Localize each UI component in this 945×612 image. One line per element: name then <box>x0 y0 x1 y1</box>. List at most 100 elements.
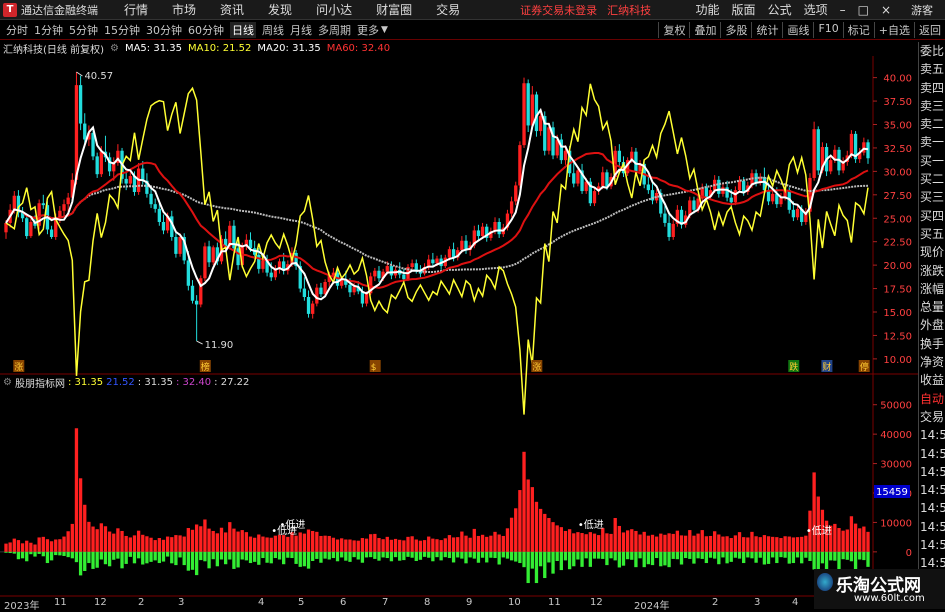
volume-bar-down <box>592 551 597 559</box>
volume-bar-down <box>584 551 588 559</box>
tab-daily[interactable]: 日线 <box>230 22 256 38</box>
volume-bar-up <box>327 535 331 552</box>
volume-bar-down <box>232 551 236 569</box>
volume-bar-up <box>621 532 626 552</box>
volume-bar-down <box>808 551 812 561</box>
date-label: 3 <box>178 597 185 608</box>
volume-bar-down <box>83 551 87 571</box>
menu-item-community[interactable]: 财富圈 <box>376 1 412 18</box>
menu-item-discover[interactable]: 发现 <box>268 1 292 18</box>
tab-30min[interactable]: 30分钟 <box>146 22 182 38</box>
volume-bar-up <box>737 532 742 552</box>
volume-bar-down <box>551 551 555 574</box>
volume-bar-down <box>319 551 323 563</box>
volume-bar-up <box>468 537 472 552</box>
statistics-button[interactable]: 统计 <box>751 22 782 38</box>
tab-intraday[interactable]: 分时 <box>6 22 28 38</box>
volume-bar-up <box>107 531 112 552</box>
volume-bar-up <box>493 531 497 552</box>
ma20-value: MA20: 31.35 <box>257 43 321 54</box>
candle-body <box>771 193 775 202</box>
volume-bar-up <box>431 538 435 552</box>
price-tick-label: 25.00 <box>883 214 912 225</box>
mark-button[interactable]: 标记 <box>842 22 874 38</box>
side-panel-item[interactable]: 自动 <box>919 390 945 408</box>
side-panel-item: 买一 <box>920 153 945 168</box>
volume-bar-down <box>605 551 609 566</box>
candle-body <box>207 246 211 263</box>
date-label: 11 <box>54 597 67 608</box>
tab-multi-period[interactable]: 多周期 <box>318 22 351 38</box>
candle-body <box>95 156 99 175</box>
volume-bar-down <box>174 551 178 566</box>
candle-body <box>795 208 800 218</box>
menu-item-layout[interactable]: 版面 <box>732 1 756 18</box>
guest-login[interactable]: 游客 <box>911 2 933 18</box>
candle-body <box>211 247 215 263</box>
back-button[interactable]: 返回 <box>914 22 945 38</box>
menu-item-options[interactable]: 选项 <box>804 1 828 18</box>
menu-item-function[interactable]: 功能 <box>696 1 720 18</box>
menu-item-ask[interactable]: 问小达 <box>316 1 352 18</box>
candle-body <box>331 272 336 276</box>
tab-1min[interactable]: 1分钟 <box>34 22 63 38</box>
menu-item-quotes[interactable]: 行情 <box>124 1 148 18</box>
menu-item-news[interactable]: 资讯 <box>220 1 244 18</box>
candle-body <box>849 133 854 156</box>
menu-item-formula[interactable]: 公式 <box>768 1 792 18</box>
volume-bar-down <box>194 551 199 576</box>
volume-bar-up <box>422 540 427 552</box>
more-dropdown-icon[interactable]: ▼ <box>381 25 388 35</box>
tab-weekly[interactable]: 周线 <box>262 22 284 38</box>
menu-item-trade[interactable]: 交易 <box>436 1 460 18</box>
tab-60min[interactable]: 60分钟 <box>188 22 224 38</box>
volume-bar-down <box>4 551 8 553</box>
volume-bar-up <box>758 537 762 552</box>
event-marker-label: 停 <box>860 361 869 373</box>
menu-item-market[interactable]: 市场 <box>172 1 196 18</box>
stock-title: 汇纳科技(日线 前复权) <box>3 45 104 56</box>
add-favorite-button[interactable]: +自选 <box>873 22 914 38</box>
watermark-logo: 乐淘公式网 www.60lt.com <box>814 569 945 609</box>
kline-chart[interactable]: 40.00 37.50 35.00 32.50 30.00 27.50 25.00 22.50… <box>0 56 918 597</box>
volume-bar-up <box>638 534 642 552</box>
draw-line-button[interactable]: 画线 <box>782 22 813 38</box>
volume-bar-up <box>112 533 116 552</box>
volume-bar-down <box>215 551 220 567</box>
tab-more[interactable]: 更多 <box>357 22 379 38</box>
maximize-icon[interactable]: □ <box>858 3 869 17</box>
close-icon[interactable]: × <box>881 3 891 17</box>
volume-bar-up <box>286 536 290 552</box>
f10-button[interactable]: F10 <box>813 22 842 38</box>
volume-bar-down <box>99 551 103 560</box>
side-panel-item: 外盘 <box>920 318 945 333</box>
volume-bar-down <box>273 551 278 559</box>
tab-5min[interactable]: 5分钟 <box>69 22 98 38</box>
tab-15min[interactable]: 15分钟 <box>104 22 140 38</box>
overlay-button[interactable]: 叠加 <box>689 22 720 38</box>
multi-stock-button[interactable]: 多股 <box>720 22 751 38</box>
settings-gear-icon[interactable]: ⚙ <box>110 43 119 54</box>
volume-bar-up <box>315 531 319 552</box>
volume-bar-down <box>389 551 394 562</box>
candle-body <box>497 222 501 235</box>
volume-bar-down <box>257 551 261 565</box>
candle-body <box>605 172 609 187</box>
volume-bar-down <box>596 551 601 559</box>
tab-monthly[interactable]: 月线 <box>290 22 312 38</box>
login-warning[interactable]: 证券交易未登录 <box>520 2 597 18</box>
volume-bar-up <box>580 533 584 552</box>
volume-bar-up <box>609 533 613 552</box>
volume-bar-up <box>186 528 191 552</box>
volume-bar-up <box>605 533 609 552</box>
adjust-button[interactable]: 复权 <box>658 22 689 38</box>
volume-bar-up <box>335 539 340 552</box>
side-panel-item: 买二 <box>920 172 945 187</box>
volume-bar-down <box>207 551 211 569</box>
minimize-icon[interactable]: – <box>840 3 846 17</box>
volume-bar-down <box>737 551 742 559</box>
price-tick-label: 10.00 <box>883 355 912 366</box>
volume-bar-up <box>717 534 721 552</box>
candle-body <box>538 116 543 132</box>
candle-body <box>692 200 696 210</box>
